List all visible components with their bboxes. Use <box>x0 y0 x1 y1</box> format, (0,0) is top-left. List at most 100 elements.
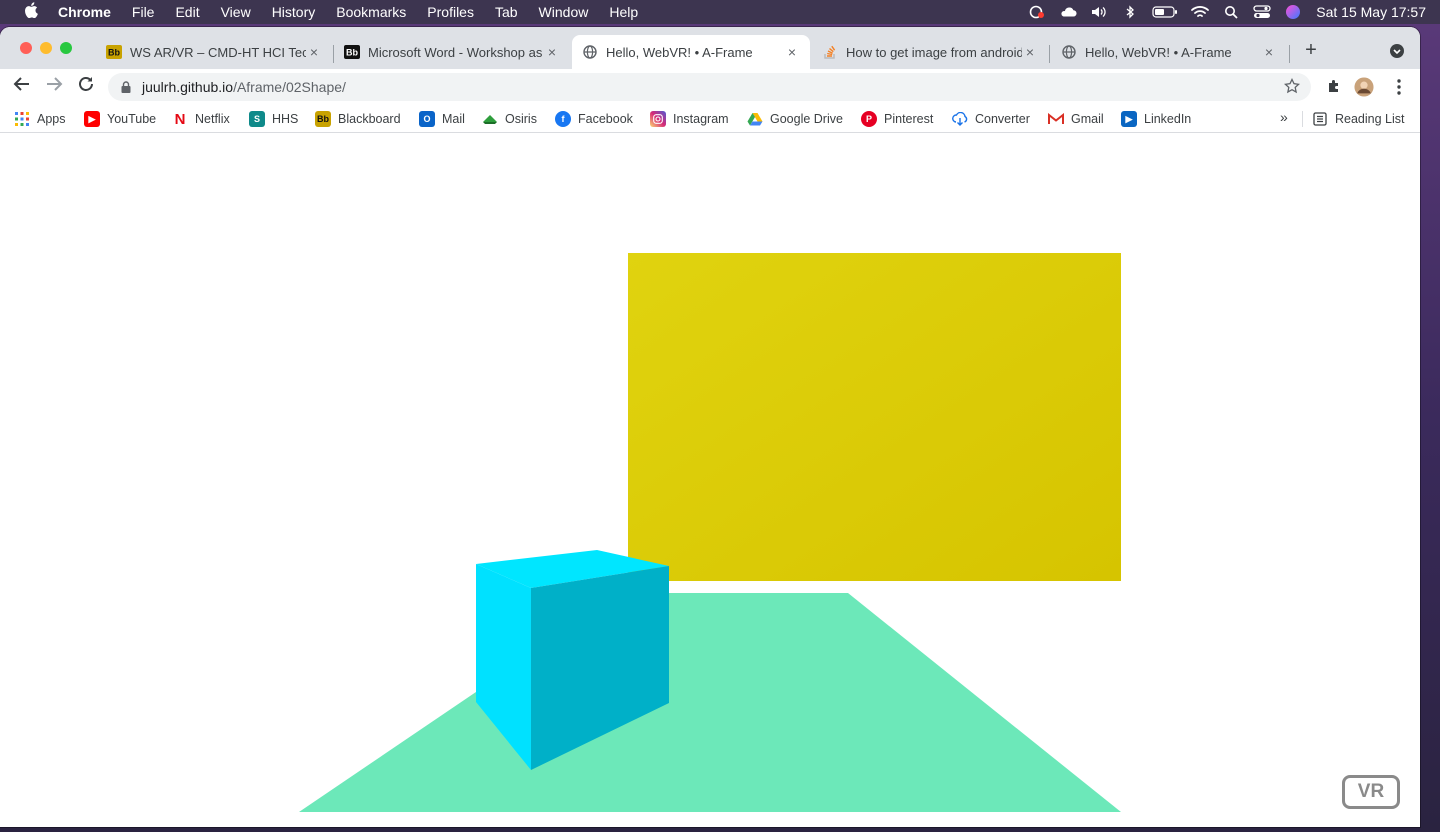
menu-tab[interactable]: Tab <box>495 4 518 20</box>
aframe-scene-viewport[interactable]: VR <box>0 138 1420 827</box>
close-tab-icon[interactable]: × <box>306 44 322 60</box>
more-bookmarks-icon[interactable]: » <box>1280 109 1288 125</box>
tab-title: How to get image from android <box>846 44 1022 60</box>
tab-divider <box>1049 45 1050 63</box>
google-drive-icon <box>747 111 763 127</box>
blackboard-icon: Bb <box>344 44 360 60</box>
more-menu-icon[interactable] <box>1389 77 1409 97</box>
bookmark-hhs[interactable]: S HHS <box>249 110 298 128</box>
bookmark-star-icon[interactable] <box>1283 77 1301 96</box>
menu-bookmarks[interactable]: Bookmarks <box>336 4 406 20</box>
url-path: /Aframe/02Shape/ <box>233 79 346 95</box>
battery-icon[interactable] <box>1152 5 1178 19</box>
bluetooth-icon[interactable] <box>1121 5 1139 19</box>
lock-icon[interactable] <box>120 81 132 93</box>
bookmark-label: Google Drive <box>770 112 843 126</box>
tab-title: WS AR/VR – CMD-HT HCI Tech <box>130 44 306 60</box>
bookmark-apps[interactable]: Apps <box>14 110 66 128</box>
bookmark-label: LinkedIn <box>1144 112 1192 126</box>
tab-1[interactable]: Bb WS AR/VR – CMD-HT HCI Tech × <box>96 35 332 69</box>
bookmark-blackboard[interactable]: Bb Blackboard <box>315 110 401 128</box>
bookmarks-divider <box>1302 111 1303 127</box>
reading-list-icon <box>1312 111 1328 127</box>
bookmark-facebook[interactable]: f Facebook <box>555 110 633 128</box>
apple-menu-icon[interactable] <box>20 2 42 22</box>
close-tab-icon[interactable]: × <box>784 44 800 60</box>
sharepoint-icon: S <box>249 111 265 127</box>
globe-icon <box>1061 44 1077 60</box>
reading-list-label: Reading List <box>1335 112 1405 126</box>
apps-grid-icon <box>14 111 30 127</box>
macos-menubar: Chrome File Edit View History Bookmarks … <box>0 0 1440 24</box>
spotlight-search-icon[interactable] <box>1222 5 1240 19</box>
tab-title: Microsoft Word - Workshop as <box>368 44 543 60</box>
forward-button[interactable] <box>42 75 66 99</box>
close-tab-icon[interactable]: × <box>1022 44 1038 60</box>
facebook-icon: f <box>555 111 571 127</box>
minimize-window-button[interactable] <box>40 42 52 54</box>
extensions-puzzle-icon[interactable] <box>1324 77 1344 97</box>
close-tab-icon[interactable]: × <box>544 44 560 60</box>
bookmark-label: YouTube <box>107 112 157 126</box>
enter-vr-button[interactable]: VR <box>1342 775 1400 809</box>
bookmark-converter[interactable]: Converter <box>952 110 1030 128</box>
new-tab-button[interactable]: + <box>1300 39 1322 61</box>
tab-4[interactable]: How to get image from android × <box>812 35 1048 69</box>
menu-edit[interactable]: Edit <box>175 4 199 20</box>
menu-view[interactable]: View <box>221 4 251 20</box>
bookmark-gmail[interactable]: Gmail <box>1048 110 1104 128</box>
bookmark-label: Netflix <box>195 112 230 126</box>
menubar-clock[interactable]: Sat 15 May 17:57 <box>1316 4 1426 20</box>
svg-text:Bb: Bb <box>108 48 120 58</box>
bookmark-label: Instagram <box>673 112 729 126</box>
reload-button[interactable] <box>74 75 98 99</box>
svg-text:Bb: Bb <box>346 48 358 58</box>
browser-window: Bb WS AR/VR – CMD-HT HCI Tech × Bb Micro… <box>0 27 1420 827</box>
osiris-icon <box>482 111 498 127</box>
bookmark-mail[interactable]: O Mail <box>419 110 465 128</box>
tab-2[interactable]: Bb Microsoft Word - Workshop as × <box>334 35 570 69</box>
wifi-icon[interactable] <box>1191 5 1210 19</box>
aframe-scene-canvas[interactable] <box>0 138 1420 827</box>
close-window-button[interactable] <box>20 42 32 54</box>
bookmark-youtube[interactable]: ▶ YouTube <box>84 110 156 128</box>
profile-avatar[interactable] <box>1354 77 1374 97</box>
volume-icon[interactable] <box>1090 5 1108 19</box>
tab-search-icon[interactable] <box>1390 44 1404 58</box>
bookmark-label: Gmail <box>1071 112 1104 126</box>
menu-file[interactable]: File <box>132 4 155 20</box>
menu-profiles[interactable]: Profiles <box>427 4 474 20</box>
back-button[interactable] <box>10 75 34 99</box>
menu-history[interactable]: History <box>272 4 316 20</box>
bookmark-label: Pinterest <box>884 112 934 126</box>
tab-3-active[interactable]: Hello, WebVR! • A-Frame × <box>572 35 810 69</box>
bookmark-label: Facebook <box>578 112 633 126</box>
close-tab-icon[interactable]: × <box>1261 44 1277 60</box>
menu-help[interactable]: Help <box>609 4 638 20</box>
tab-5[interactable]: Hello, WebVR! • A-Frame × <box>1051 35 1287 69</box>
blackboard-icon: Bb <box>315 111 331 127</box>
bookmark-osiris[interactable]: Osiris <box>482 110 537 128</box>
tab-strip: Bb WS AR/VR – CMD-HT HCI Tech × Bb Micro… <box>0 27 1420 69</box>
reading-list-button[interactable]: Reading List <box>1312 110 1405 128</box>
outlook-icon: O <box>419 111 435 127</box>
menu-app-name[interactable]: Chrome <box>58 4 111 20</box>
browser-toolbar: juulrh.github.io/Aframe/02Shape/ <box>0 69 1420 105</box>
siri-icon[interactable] <box>1284 5 1302 19</box>
onedrive-cloud-icon[interactable] <box>1059 5 1077 19</box>
bookmark-netflix[interactable]: N Netflix <box>172 110 230 128</box>
control-center-icon[interactable] <box>1253 5 1271 19</box>
cloud-download-icon <box>952 111 968 127</box>
tab-title: Hello, WebVR! • A-Frame <box>1085 44 1232 60</box>
address-bar[interactable]: juulrh.github.io/Aframe/02Shape/ <box>108 73 1311 101</box>
globe-icon <box>582 44 598 60</box>
zoom-window-button[interactable] <box>60 42 72 54</box>
creative-cloud-icon[interactable] <box>1028 5 1046 19</box>
url-host: juulrh.github.io <box>142 79 234 95</box>
menu-window[interactable]: Window <box>539 4 589 20</box>
bookmark-instagram[interactable]: Instagram <box>650 110 729 128</box>
bookmark-google-drive[interactable]: Google Drive <box>747 110 843 128</box>
bookmark-linkedin[interactable]: ▶ LinkedIn <box>1121 110 1191 128</box>
bookmark-pinterest[interactable]: P Pinterest <box>861 110 933 128</box>
yellow-plane <box>628 253 1121 581</box>
